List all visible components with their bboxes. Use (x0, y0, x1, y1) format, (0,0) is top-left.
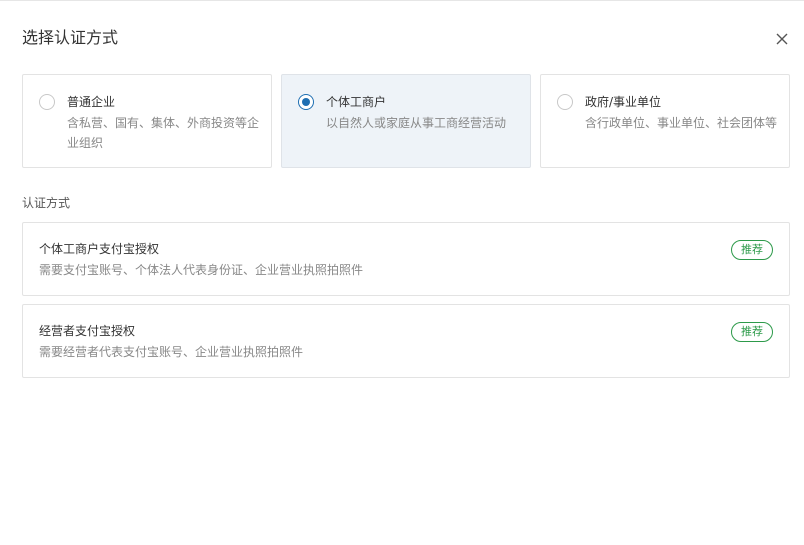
type-option-title: 普通企业 (67, 95, 116, 109)
type-option-title: 政府/事业单位 (585, 95, 662, 109)
close-icon (776, 33, 788, 45)
entity-type-options: 普通企业 含私营、国有、集体、外商投资等企业组织 个体工商户 以自然人或家庭从事… (22, 74, 790, 168)
method-option-alipay-operator[interactable]: 经营者支付宝授权 需要经营者代表支付宝账号、企业营业执照拍照件 推荐 (22, 304, 790, 378)
section-label: 认证方式 (22, 196, 71, 210)
dialog-title: 选择认证方式 (22, 28, 119, 47)
radio-button[interactable] (557, 94, 573, 110)
type-option-title: 个体工商户 (326, 95, 387, 109)
method-title: 经营者支付宝授权 (39, 324, 136, 338)
radio-button-selected[interactable] (298, 94, 314, 110)
type-option-government[interactable]: 政府/事业单位 含行政单位、事业单位、社会团体等 (540, 74, 790, 168)
type-option-desc: 含行政单位、事业单位、社会团体等 (585, 116, 778, 130)
auth-dialog: 选择认证方式 普通企业 含私营、国有、集体、外商投资等企业组织 个体工商户 以自… (0, 0, 804, 545)
method-title: 个体工商户支付宝授权 (39, 242, 160, 256)
close-button[interactable] (772, 29, 792, 49)
radio-button[interactable] (39, 94, 55, 110)
type-option-desc: 含私营、国有、集体、外商投资等企业组织 (67, 116, 260, 150)
type-option-desc: 以自然人或家庭从事工商经营活动 (326, 116, 507, 130)
method-option-alipay-business[interactable]: 个体工商户支付宝授权 需要支付宝账号、个体法人代表身份证、企业营业执照拍照件 推… (22, 222, 790, 296)
recommended-badge: 推荐 (731, 240, 773, 260)
recommended-badge: 推荐 (731, 322, 773, 342)
type-option-enterprise[interactable]: 普通企业 含私营、国有、集体、外商投资等企业组织 (22, 74, 272, 168)
method-desc: 需要经营者代表支付宝账号、企业营业执照拍照件 (39, 345, 304, 359)
type-option-individual-business[interactable]: 个体工商户 以自然人或家庭从事工商经营活动 (281, 74, 531, 168)
method-desc: 需要支付宝账号、个体法人代表身份证、企业营业执照拍照件 (39, 263, 364, 277)
